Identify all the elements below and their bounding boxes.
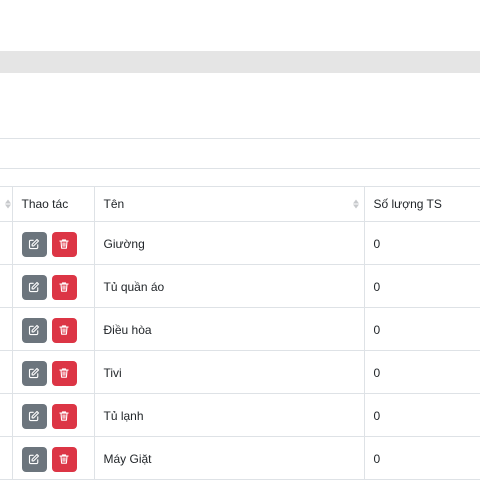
table-row: Tủ lạnh 0 <box>0 393 480 437</box>
row-name: Tủ quần áo <box>93 264 365 308</box>
delete-button[interactable] <box>51 446 77 472</box>
row-name: Điều hòa <box>93 307 365 351</box>
column-header-partial[interactable] <box>0 186 13 222</box>
table-row: Máy Giặt 0 <box>0 436 480 480</box>
sort-icon[interactable] <box>4 199 11 209</box>
column-header-quantity[interactable]: Số lượng TS <box>363 186 480 222</box>
row-actions <box>11 264 95 308</box>
row-cell-partial <box>0 264 13 308</box>
row-quantity: 0 <box>363 350 480 394</box>
row-quantity: 0 <box>363 307 480 351</box>
divider <box>0 138 480 139</box>
edit-button[interactable] <box>21 274 47 300</box>
edit-button[interactable] <box>21 360 47 386</box>
table-row: Tủ quần áo 0 <box>0 264 480 308</box>
edit-icon <box>28 238 40 250</box>
edit-icon <box>28 367 40 379</box>
row-cell-partial <box>0 221 13 265</box>
delete-button[interactable] <box>51 317 77 343</box>
row-actions <box>11 307 95 351</box>
edit-button[interactable] <box>21 403 47 429</box>
row-cell-partial <box>0 436 13 480</box>
delete-button[interactable] <box>51 360 77 386</box>
column-header-name-label: Tên <box>103 197 125 211</box>
table-row: Điều hòa 0 <box>0 307 480 351</box>
row-actions <box>11 221 95 265</box>
row-name: Tủ lạnh <box>93 393 365 437</box>
edit-icon <box>28 410 40 422</box>
table-row: Giường 0 <box>0 221 480 265</box>
trash-icon <box>59 454 69 464</box>
table-header-row: Thao tác Tên Số lượng TS <box>0 186 480 222</box>
row-actions <box>11 350 95 394</box>
row-quantity: 0 <box>363 436 480 480</box>
edit-icon <box>28 453 40 465</box>
asset-table: Thao tác Tên Số lượng TS Giường 0 Tủ quầ… <box>0 186 480 480</box>
row-quantity: 0 <box>363 221 480 265</box>
trash-icon <box>59 411 69 421</box>
trash-icon <box>59 239 69 249</box>
row-name: Tivi <box>93 350 365 394</box>
row-cell-partial <box>0 307 13 351</box>
edit-icon <box>28 281 40 293</box>
delete-button[interactable] <box>51 403 77 429</box>
row-quantity: 0 <box>363 264 480 308</box>
page-header-band <box>0 51 480 73</box>
trash-icon <box>59 325 69 335</box>
delete-button[interactable] <box>51 274 77 300</box>
table-row: Tivi 0 <box>0 350 480 394</box>
divider <box>0 168 480 169</box>
column-header-name[interactable]: Tên <box>93 186 365 222</box>
edit-button[interactable] <box>21 231 47 257</box>
edit-icon <box>28 324 40 336</box>
trash-icon <box>59 282 69 292</box>
row-cell-partial <box>0 350 13 394</box>
row-cell-partial <box>0 393 13 437</box>
delete-button[interactable] <box>51 231 77 257</box>
edit-button[interactable] <box>21 446 47 472</box>
row-actions <box>11 393 95 437</box>
row-name: Máy Giặt <box>93 436 365 480</box>
column-header-actions: Thao tác <box>11 186 95 222</box>
row-name: Giường <box>93 221 365 265</box>
row-actions <box>11 436 95 480</box>
edit-button[interactable] <box>21 317 47 343</box>
trash-icon <box>59 368 69 378</box>
row-quantity: 0 <box>363 393 480 437</box>
sort-icon[interactable] <box>352 199 359 209</box>
data-table: Thao tác Tên Số lượng TS Giường 0 Tủ quầ… <box>0 186 480 480</box>
